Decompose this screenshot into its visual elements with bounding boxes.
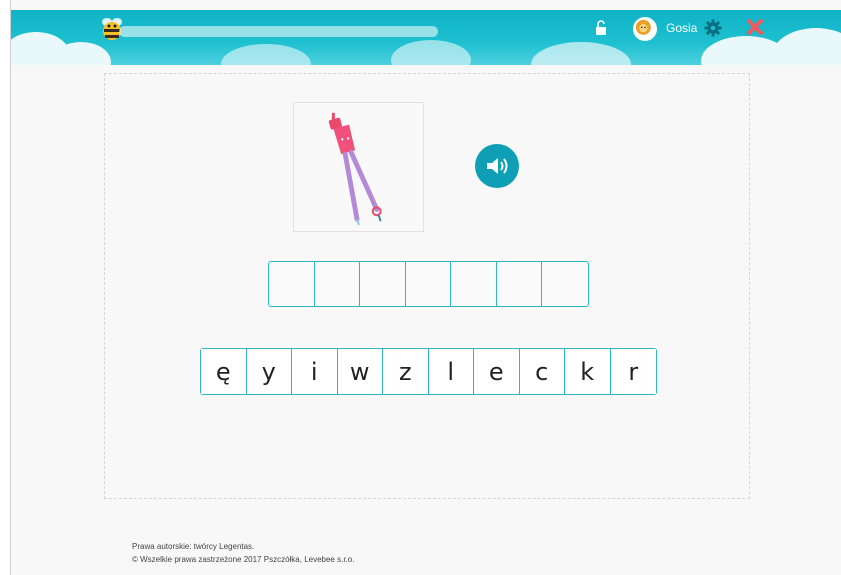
word-picture [293,102,424,232]
play-sound-button[interactable] [475,144,519,188]
username[interactable]: Gosia [666,21,697,35]
answer-slots [268,261,589,307]
cloud-decoration [221,44,311,65]
letter-tile[interactable]: c [519,349,565,394]
answer-slot[interactable] [315,262,360,306]
answer-slot[interactable] [360,262,406,306]
exercise-card: ę y i w z l e c k r [104,73,750,499]
letter-tile[interactable]: w [337,349,383,394]
compass-drawing-tool-icon [328,112,382,226]
letter-tiles: ę y i w z l e c k r [200,348,657,395]
cloud-decoration [771,28,841,65]
letter-tile[interactable]: k [565,349,611,394]
lion-avatar-icon [635,19,651,35]
unlock-icon[interactable] [594,20,608,36]
copyright-line: © Wszelkie prawa zastrzeżone 2017 Pszczó… [132,555,355,564]
cloud-decoration [391,40,471,65]
letter-tile[interactable]: e [474,349,520,394]
cloud-decoration [531,42,631,65]
letter-tile[interactable]: r [610,349,656,394]
gear-icon[interactable] [704,19,722,37]
answer-slot[interactable] [542,262,588,306]
header-bar: Gosia [11,10,841,65]
letter-tile[interactable]: y [246,349,292,394]
copyright-line: Prawa autorskie: twórcy Legentas. [132,542,255,551]
avatar[interactable] [633,17,657,41]
speaker-icon [487,158,508,174]
close-icon[interactable] [746,18,764,36]
progress-bar [119,26,438,37]
answer-slot[interactable] [406,262,451,306]
footer: Prawa autorskie: twórcy Legentas. © Wsze… [132,540,354,566]
letter-tile[interactable]: i [292,349,338,394]
letter-tile[interactable]: l [428,349,474,394]
answer-slot[interactable] [497,262,542,306]
letter-tile[interactable]: ę [201,349,247,394]
answer-slot[interactable] [451,262,497,306]
letter-tile[interactable]: z [383,349,429,394]
answer-slot[interactable] [269,262,315,306]
app-frame: Gosia ę y i w z l e c k r Prawa autorski… [10,0,841,575]
